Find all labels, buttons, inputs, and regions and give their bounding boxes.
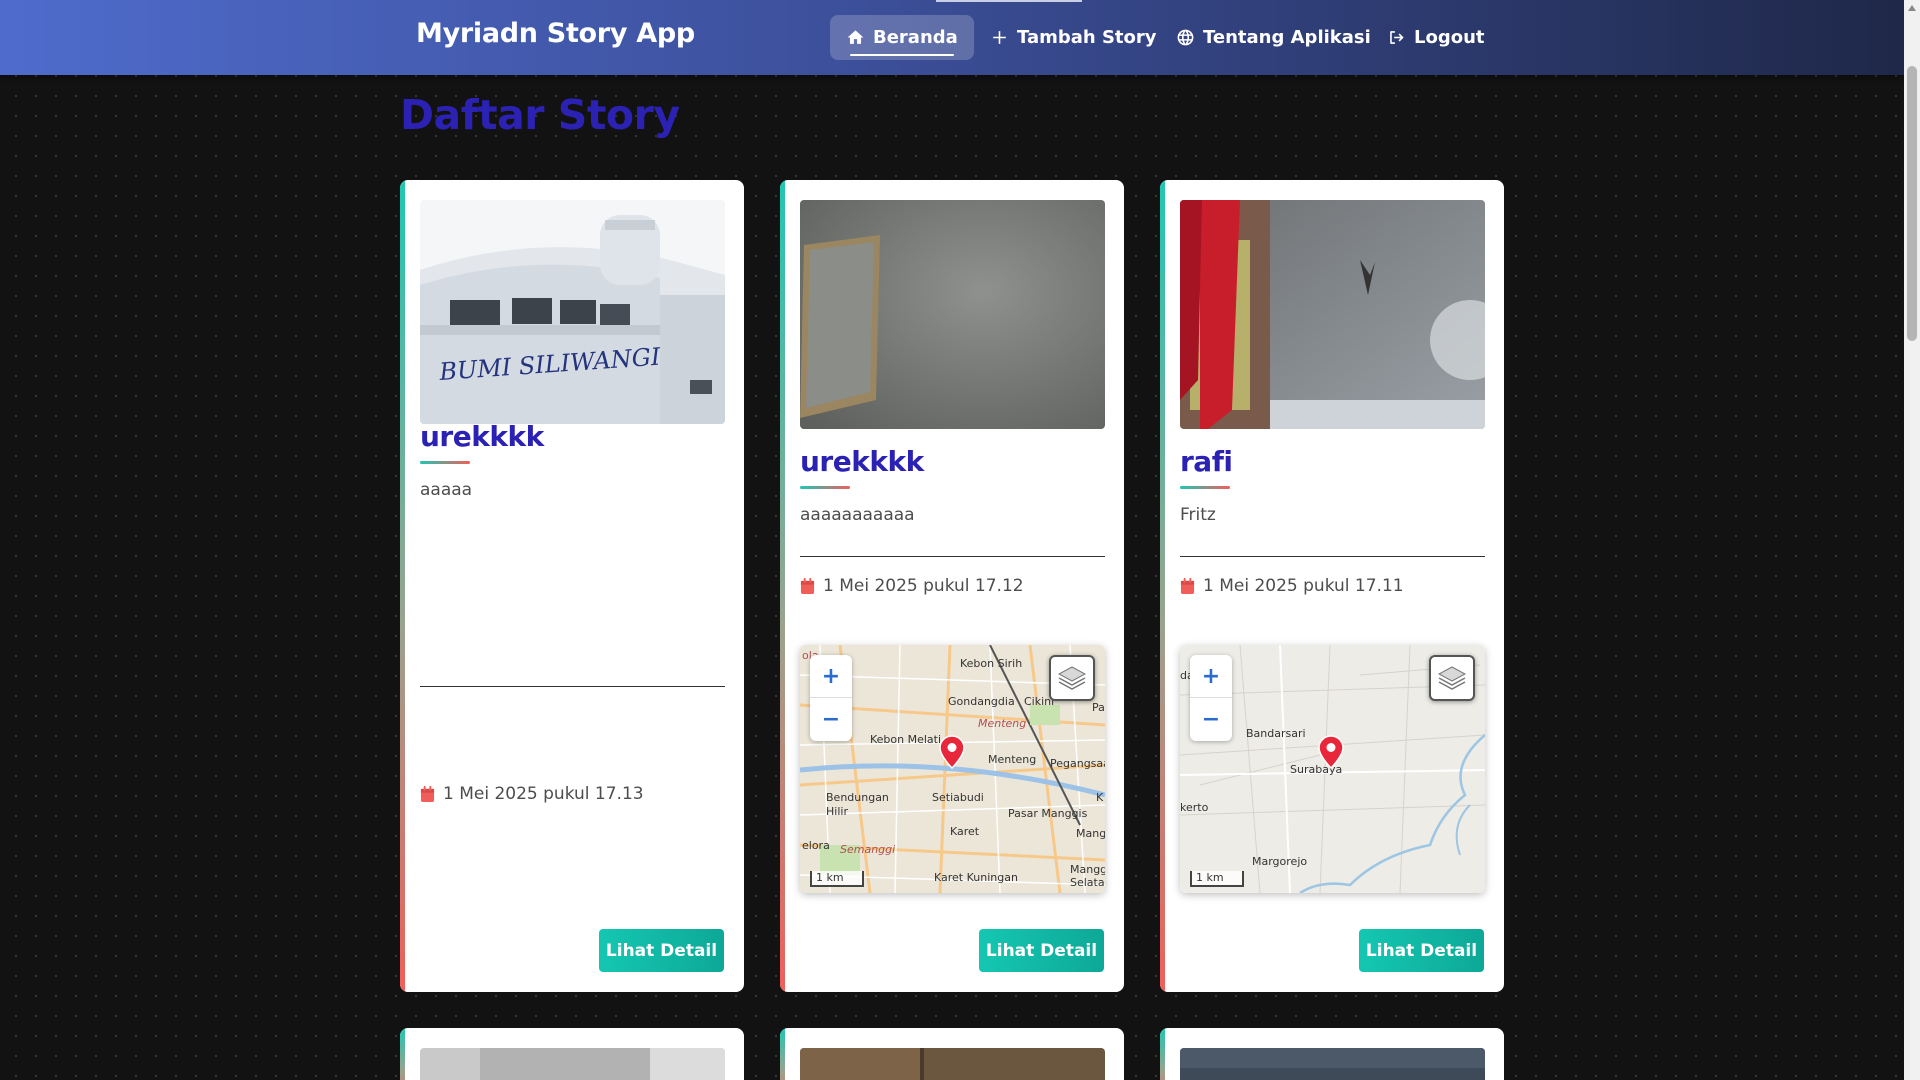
location-marker-icon[interactable]: [939, 735, 965, 769]
scroll-up-arrow-icon[interactable]: [1908, 4, 1916, 12]
nav-item-beranda[interactable]: Beranda: [830, 15, 974, 60]
layers-icon: [1057, 666, 1087, 690]
nav-item-tentang-aplikasi[interactable]: Tentang Aplikasi: [1160, 15, 1387, 60]
story-author-name: rafi: [1180, 445, 1233, 478]
map-label: Margorejo: [1252, 855, 1308, 868]
app-brand[interactable]: Myriadn Story App: [416, 18, 695, 49]
map-label: Bendungan Hilir: [826, 791, 889, 818]
card-divider: [800, 556, 1105, 557]
story-image: [1180, 200, 1485, 429]
card-divider: [1180, 556, 1485, 557]
story-image: [1180, 1048, 1485, 1080]
nav-item-logout[interactable]: Logout: [1371, 15, 1501, 60]
map-layers-button[interactable]: [1049, 655, 1095, 701]
globe-icon: [1177, 29, 1194, 46]
lihat-detail-button[interactable]: Lihat Detail: [979, 929, 1104, 972]
lihat-detail-button[interactable]: Lihat Detail: [599, 929, 724, 972]
story-description: aaaaaaaaaaa: [800, 505, 915, 525]
map-label: Menteng: [978, 717, 1027, 730]
map-label: Semanggi: [840, 843, 896, 856]
story-date: 1 Mei 2025 pukul 17.13: [420, 784, 644, 804]
lihat-detail-button[interactable]: Lihat Detail: [1359, 929, 1484, 972]
nav-item-label: Tentang Aplikasi: [1203, 27, 1371, 48]
map-label: elora: [802, 839, 830, 852]
story-date: 1 Mei 2025 pukul 17.11: [1180, 576, 1404, 596]
navbar: Myriadn Story App Beranda Tambah Story T…: [0, 0, 1904, 75]
calendar-icon: [800, 577, 815, 594]
story-location-map[interactable]: Bandarsari Surabaya Margorejo kerto da +…: [1180, 645, 1485, 893]
story-date-text: 1 Mei 2025 pukul 17.12: [823, 576, 1024, 596]
story-author-name: urekkkk: [420, 420, 544, 453]
page-scrollbar[interactable]: [1904, 0, 1920, 1080]
zoom-in-button[interactable]: +: [810, 655, 852, 698]
map-label: Pasar Manggis: [1008, 807, 1088, 820]
home-icon: [847, 30, 864, 44]
story-card: [780, 1028, 1124, 1080]
story-location-map[interactable]: Kebon Sirih Gondangdia Cikini Menteng Ke…: [800, 645, 1105, 893]
map-label: Setiabudi: [932, 791, 984, 804]
map-scale-bar: 1 km: [810, 871, 864, 887]
map-label: Gondangdia: [948, 695, 1015, 708]
map-scale-bar: 1 km: [1190, 871, 1244, 887]
story-date-text: 1 Mei 2025 pukul 17.11: [1203, 576, 1404, 596]
map-label: K: [1096, 791, 1104, 804]
nav-item-label: Logout: [1414, 27, 1485, 48]
page-title: Daftar Story: [400, 91, 680, 139]
nav-item-label: Tambah Story: [1017, 27, 1157, 48]
calendar-icon: [1180, 577, 1195, 594]
zoom-in-button[interactable]: +: [1190, 655, 1232, 698]
story-author-name: urekkkk: [800, 445, 924, 478]
story-description: aaaaa: [420, 480, 473, 500]
location-marker-icon[interactable]: [1318, 735, 1344, 769]
map-label: Kebon Sirih: [960, 657, 1023, 670]
zoom-out-button[interactable]: −: [810, 698, 852, 741]
map-label: Pegangsaan: [1050, 757, 1105, 770]
story-date: 1 Mei 2025 pukul 17.12: [800, 576, 1024, 596]
map-label: Bandarsari: [1246, 727, 1306, 740]
name-underline: [1180, 486, 1230, 489]
story-card: [400, 1028, 744, 1080]
map-label: Menteng: [988, 753, 1037, 766]
scrollbar-thumb[interactable]: [1907, 66, 1917, 341]
map-label: Karet Kuningan: [934, 871, 1018, 884]
nav-top-indicator: [936, 0, 1082, 2]
map-label: Mang: [1076, 827, 1105, 840]
nav-item-tambah-story[interactable]: Tambah Story: [974, 15, 1173, 60]
map-label: Karet: [950, 825, 980, 838]
map-label: Mangga Selatan: [1070, 863, 1105, 889]
map-label: Kebon Melati: [870, 733, 942, 746]
story-card: rafi Fritz 1 Mei 2025 pukul 17.11 Bandar…: [1160, 180, 1504, 992]
story-card: urekkkk aaaaaaaaaaa 1 Mei 2025 pukul 17.…: [780, 180, 1124, 992]
story-card: BUMI SILIWANGI urekkkk aaaaa 1 Mei 2025 …: [400, 180, 744, 992]
story-date-text: 1 Mei 2025 pukul 17.13: [443, 784, 644, 804]
card-divider: [420, 686, 725, 687]
zoom-out-button[interactable]: −: [1190, 698, 1232, 741]
story-image: BUMI SILIWANGI: [420, 200, 725, 424]
story-image: [800, 1048, 1105, 1080]
name-underline: [800, 486, 850, 489]
nav-item-label: Beranda: [873, 27, 958, 48]
story-description: Fritz: [1180, 505, 1216, 525]
story-image: [420, 1048, 725, 1080]
calendar-icon: [420, 785, 435, 802]
map-layers-button[interactable]: [1429, 655, 1475, 701]
map-zoom-control: + −: [1190, 655, 1232, 741]
story-image: [800, 200, 1105, 429]
story-card: [1160, 1028, 1504, 1080]
name-underline: [420, 461, 470, 464]
map-label: Pa: [1092, 701, 1105, 714]
layers-icon: [1437, 666, 1467, 690]
plus-icon: [993, 31, 1006, 44]
map-zoom-control: + −: [810, 655, 852, 741]
map-label: kerto: [1180, 801, 1209, 814]
logout-icon: [1390, 31, 1404, 44]
